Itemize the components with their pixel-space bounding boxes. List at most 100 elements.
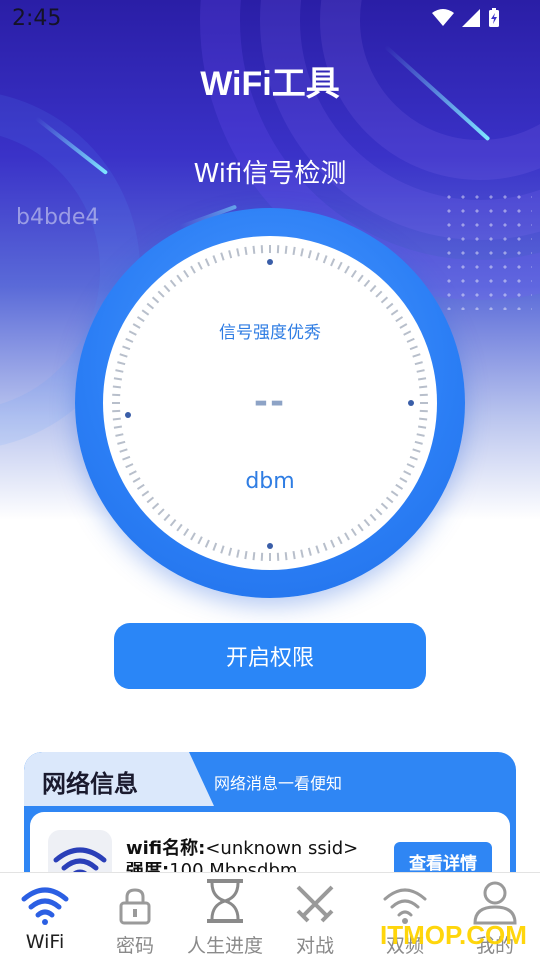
gauge-tick	[228, 250, 233, 259]
gauge-value: --	[103, 382, 437, 422]
gauge-tick	[369, 284, 377, 293]
gauge-tick	[417, 377, 427, 381]
nav-item-life-progress[interactable]: 人生进度	[180, 873, 270, 960]
gauge-value-text: --	[253, 382, 287, 422]
wifi-name-value: <unknown ssid>	[205, 838, 359, 859]
gauge-tick	[197, 536, 203, 545]
gauge-tick	[146, 302, 155, 310]
gauge-tick	[300, 549, 304, 558]
gauge-tick	[417, 425, 427, 429]
enable-permission-button[interactable]: 开启权限	[114, 623, 426, 689]
gauge-tick	[307, 250, 312, 259]
gauge-tick	[220, 545, 225, 554]
network-info-subtitle: 网络消息一看便知	[214, 774, 343, 793]
network-info-title: 网络信息	[42, 770, 138, 798]
gauge-tick	[190, 532, 196, 541]
app-title: WiFi工具	[200, 65, 340, 103]
dot-pattern	[442, 190, 532, 310]
gauge-tick	[357, 523, 364, 532]
gauge-tick	[416, 369, 425, 373]
gauge-tick	[409, 345, 418, 351]
nav-label-wifi: WiFi	[25, 931, 65, 953]
nav-item-wifi[interactable]: WiFi	[0, 873, 90, 960]
gauge-tick	[363, 518, 371, 527]
gauge-tick	[315, 545, 320, 554]
gauge-tick	[322, 255, 328, 264]
section-title: Wifi信号检测	[193, 159, 347, 189]
gauge-tick	[380, 502, 389, 510]
gauge-status-label: 信号强度优秀	[219, 323, 321, 343]
gauge-tick	[119, 448, 128, 453]
gauge-tick	[252, 245, 256, 254]
gauge-tick	[385, 302, 394, 310]
battery-icon	[488, 8, 500, 28]
nav-label-password: 密码	[115, 935, 154, 957]
wifi-name-label: wifi名称:	[126, 838, 206, 859]
gauge-tick	[122, 455, 131, 461]
gauge-tick	[412, 353, 421, 358]
gauge-tick	[385, 496, 394, 504]
gauge-tick	[228, 547, 233, 556]
gauge-tick	[117, 440, 126, 445]
gauge-tick	[113, 425, 123, 429]
gauge-tick	[315, 252, 320, 261]
user-icon	[472, 879, 518, 925]
gauge-tick	[416, 433, 425, 437]
gauge-tick	[151, 502, 160, 510]
gauge-tick	[284, 245, 288, 254]
gauge-tick	[176, 523, 183, 532]
overlay-code-text: b4bde4	[16, 205, 100, 230]
wifi-signal-icon	[432, 9, 454, 27]
nav-item-password[interactable]: 密码	[90, 873, 180, 960]
gauge-tick	[125, 463, 134, 469]
gauge-tick	[337, 261, 343, 270]
wifi-name-row: wifi名称:<unknown ssid>	[126, 834, 358, 860]
gauge-tick	[117, 361, 126, 366]
gauge-dot-top	[267, 259, 273, 265]
gauge-tick	[151, 296, 160, 304]
gauge-tick	[414, 361, 423, 366]
gauge-tick	[409, 455, 418, 461]
gauge-tick	[337, 536, 343, 545]
lock-icon	[118, 879, 152, 925]
nav-item-battle[interactable]: 对战	[270, 873, 360, 960]
gauge-tick	[330, 539, 336, 548]
gauge-tick	[380, 296, 389, 304]
gauge-tick	[236, 248, 240, 257]
gauge-tick	[163, 513, 171, 522]
gauge-tick	[344, 265, 350, 274]
gauge-tick	[183, 269, 190, 278]
status-bar: 2:45	[0, 0, 540, 38]
gauge-tick	[292, 246, 296, 256]
status-icons	[432, 8, 500, 28]
gauge-tick	[244, 550, 248, 560]
gauge-tick	[204, 539, 210, 548]
gauge-tick	[146, 496, 155, 504]
gauge-tick	[357, 274, 364, 283]
gauge-tick	[204, 258, 210, 267]
cell-signal-icon	[462, 9, 480, 27]
gauge-tick	[284, 552, 288, 561]
gauge-tick	[141, 309, 150, 316]
gauge-tick	[113, 377, 123, 381]
gauge-tick	[350, 528, 357, 537]
gauge-tick	[157, 290, 165, 298]
gauge-tick	[122, 345, 131, 351]
gauge-tick	[330, 258, 336, 267]
gauge-tick	[163, 284, 171, 293]
gauge-tick	[236, 549, 240, 558]
gauge-tick	[212, 542, 218, 551]
gauge-tick	[412, 448, 421, 453]
gauge-tick	[406, 463, 415, 469]
gauge-tick	[220, 252, 225, 261]
gauge-tick	[307, 547, 312, 556]
hourglass-icon	[203, 879, 247, 925]
gauge-tick	[115, 369, 124, 373]
gauge-tick	[169, 518, 177, 527]
gauge-tick	[414, 440, 423, 445]
watermark-logo: ITMOP.COM	[380, 920, 527, 950]
gauge-tick	[115, 433, 124, 437]
gauge-tick	[119, 353, 128, 358]
wifi-icon	[21, 879, 69, 925]
gauge-tick	[292, 550, 296, 560]
